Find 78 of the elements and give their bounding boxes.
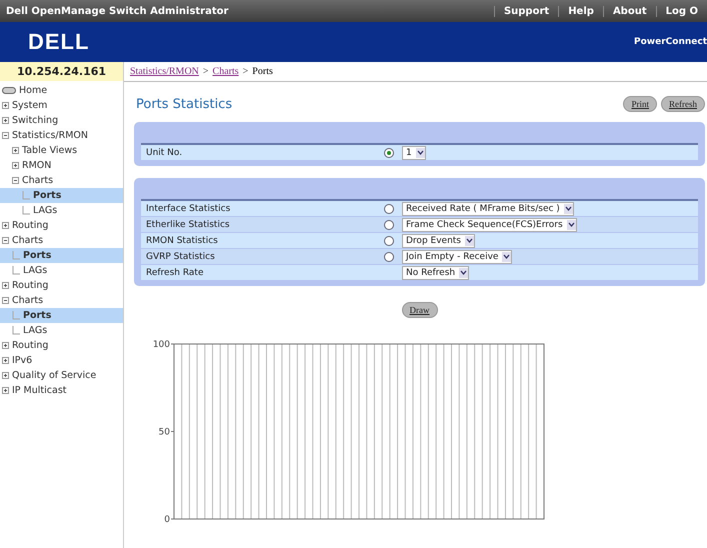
caret-icon: [564, 204, 573, 214]
collapse-icon[interactable]: [12, 177, 19, 184]
tree-item[interactable]: Routing: [0, 278, 123, 293]
tree-item[interactable]: Home: [0, 83, 123, 98]
caret-icon: [502, 252, 512, 262]
header-link[interactable]: Support: [494, 6, 558, 16]
dropdown[interactable]: 1: [402, 146, 426, 160]
breadcrumb-separator: >: [242, 66, 248, 77]
expand-icon[interactable]: [2, 282, 9, 289]
collapse-icon[interactable]: [2, 132, 9, 139]
tree-item[interactable]: Routing: [0, 218, 123, 233]
tree-item[interactable]: System: [0, 98, 123, 113]
field-label: Refresh Rate: [145, 268, 204, 278]
tree-item[interactable]: Charts: [0, 293, 123, 308]
expand-icon[interactable]: [2, 102, 9, 109]
dropdown[interactable]: No Refresh: [402, 266, 470, 280]
tree-item[interactable]: Charts: [0, 173, 123, 188]
radio-button[interactable]: [384, 148, 394, 158]
tree-item[interactable]: RMON: [0, 158, 123, 173]
logo: DELL: [28, 29, 90, 55]
radio-button[interactable]: [384, 204, 394, 214]
header-link[interactable]: About: [602, 6, 656, 16]
caret-icon: [459, 268, 468, 278]
expand-icon[interactable]: [2, 117, 9, 124]
field-label: Etherlike Statistics: [145, 220, 231, 230]
draw-button[interactable]: Draw: [402, 302, 438, 318]
expand-icon[interactable]: [12, 162, 19, 169]
header-link[interactable]: Log O: [656, 6, 707, 16]
expand-icon[interactable]: [2, 222, 9, 229]
tree-item[interactable]: Routing: [0, 338, 123, 353]
app-title: Dell OpenManage Switch Administrator: [6, 6, 230, 16]
tree-item[interactable]: Ports: [0, 308, 123, 323]
expand-icon[interactable]: [12, 147, 19, 154]
collapse-icon[interactable]: [2, 297, 9, 304]
tree-item[interactable]: IPv6: [0, 353, 123, 368]
collapse-icon[interactable]: [2, 237, 9, 244]
dropdown[interactable]: Drop Events: [402, 234, 475, 248]
dropdown[interactable]: Frame Check Sequence(FCS)Errors: [402, 218, 577, 232]
breadcrumb-separator: >: [202, 66, 209, 77]
tree-item[interactable]: Ports: [0, 248, 123, 263]
expand-icon[interactable]: [2, 387, 9, 394]
tree-item[interactable]: LAGs: [0, 203, 123, 218]
radio-button[interactable]: [384, 220, 394, 230]
dropdown[interactable]: Received Rate ( MFrame Bits/sec ): [402, 202, 574, 216]
breadcrumb-link[interactable]: Charts: [212, 66, 239, 77]
expand-icon[interactable]: [2, 372, 9, 379]
tree-item[interactable]: Quality of Service: [0, 368, 123, 383]
tree-item[interactable]: Table Views: [0, 143, 123, 158]
tree-item[interactable]: LAGs: [0, 323, 123, 338]
page-button[interactable]: Print: [623, 96, 657, 112]
page-button[interactable]: Refresh: [661, 96, 705, 112]
tree-item[interactable]: Statistics/RMON: [0, 128, 123, 143]
radio-button[interactable]: [384, 236, 394, 246]
tree-item[interactable]: LAGs: [0, 263, 123, 278]
breadcrumb-current: Ports: [252, 66, 273, 77]
y-axis-label: 100: [152, 340, 174, 350]
expand-icon[interactable]: [2, 357, 9, 364]
product-name: PowerConnect: [634, 37, 707, 47]
field-label: Interface Statistics: [145, 204, 232, 214]
field-label: Unit No.: [145, 148, 184, 158]
dropdown[interactable]: Join Empty - Receive: [402, 250, 512, 264]
tree-item[interactable]: Charts: [0, 233, 123, 248]
y-axis-label: 50: [158, 428, 174, 438]
caret-icon: [566, 220, 576, 230]
field-label: GVRP Statistics: [145, 252, 216, 262]
breadcrumb-link[interactable]: Statistics/RMON: [130, 66, 199, 77]
caret-icon: [416, 148, 425, 158]
tree-item[interactable]: IP Multicast: [0, 383, 123, 398]
y-axis-label: 0: [164, 515, 174, 525]
caret-icon: [464, 236, 474, 246]
tree-item[interactable]: Switching: [0, 113, 123, 128]
device-address: 10.254.24.161: [0, 62, 123, 81]
page-title: Ports Statistics: [136, 96, 232, 112]
header-link[interactable]: Help: [558, 6, 603, 16]
tree-item[interactable]: Ports: [0, 188, 123, 203]
field-label: RMON Statistics: [145, 236, 219, 246]
expand-icon[interactable]: [2, 342, 9, 349]
radio-button[interactable]: [384, 252, 394, 262]
